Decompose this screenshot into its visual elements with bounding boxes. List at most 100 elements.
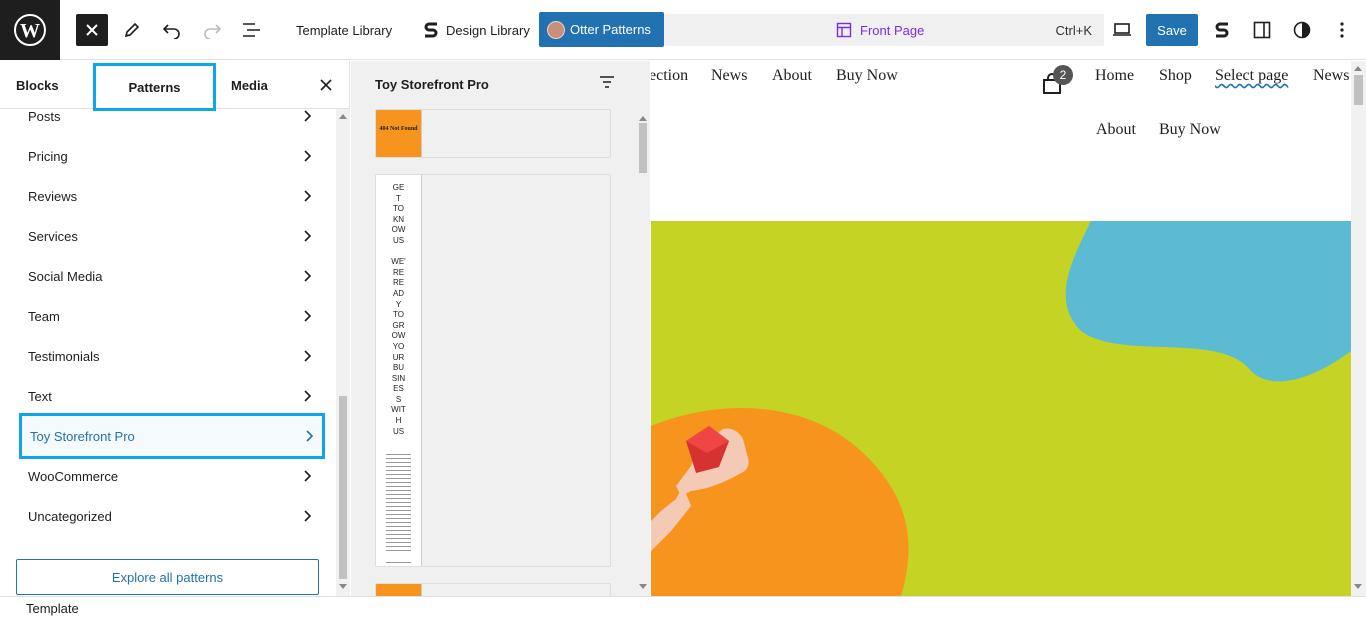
editor-canvas[interactable]: ection News About Buy Now 2 Home Shop Se… [651, 61, 1351, 596]
category-social-media[interactable]: Social Media [20, 256, 320, 296]
pattern-thumbnail-line: TO [393, 204, 404, 214]
save-button[interactable]: Save [1146, 14, 1198, 46]
nav-link-select-page[interactable]: Select page [1215, 67, 1288, 85]
breadcrumb-footer: Template [0, 596, 1366, 620]
scroll-down-arrow-icon[interactable] [339, 584, 347, 590]
category-woocommerce[interactable]: WooCommerce [20, 456, 320, 496]
chevron-right-icon [304, 270, 312, 282]
pattern-thumbnail-line: BU [392, 363, 405, 373]
scroll-up-arrow-icon[interactable] [1354, 65, 1362, 71]
scrollbar-thumb[interactable] [339, 396, 347, 579]
chevron-right-icon [304, 190, 312, 202]
design-library-label: Design Library [446, 22, 530, 38]
otter-patterns-label: Otter Patterns [570, 22, 651, 37]
category-label: Uncategorized [28, 508, 112, 524]
category-pricing[interactable]: Pricing [20, 136, 320, 176]
hero-shapes [651, 221, 1351, 596]
nav-link-buy-now[interactable]: Buy Now [836, 67, 898, 85]
tab-patterns[interactable]: Patterns [93, 63, 216, 111]
pattern-thumbnail-line: US [392, 426, 405, 436]
category-label: Reviews [28, 188, 78, 204]
design-library-button[interactable]: Design Library [422, 0, 530, 60]
pattern-thumbnail-line: GE [392, 183, 405, 192]
category-toy-storefront-pro[interactable]: Toy Storefront Pro [19, 413, 325, 459]
settings-sidebar-icon[interactable] [1246, 14, 1278, 46]
nav-link-buy-now-right[interactable]: Buy Now [1159, 121, 1221, 139]
pattern-thumbnail-line: H [395, 416, 402, 426]
hero-section[interactable] [651, 221, 1351, 596]
breadcrumb-template[interactable]: Template [26, 601, 79, 616]
chevron-right-icon [304, 230, 312, 242]
document-overview-icon[interactable] [236, 14, 268, 46]
top-toolbar: W Template Library Design Library Otter … [0, 0, 1366, 60]
category-posts[interactable]: Posts [20, 109, 320, 136]
category-text[interactable]: Text [20, 376, 320, 416]
otter-patterns-button[interactable]: Otter Patterns [539, 12, 664, 47]
pattern-card-404[interactable]: 404 Not Found [375, 109, 611, 158]
more-options-icon[interactable] [1326, 14, 1358, 46]
canvas-scrollbar[interactable] [1351, 61, 1366, 596]
category-reviews[interactable]: Reviews [20, 176, 320, 216]
stackable-icon [424, 22, 438, 38]
pattern-thumbnail-line: RE [392, 278, 405, 288]
pattern-thumbnail-line: OW [391, 225, 406, 235]
category-label: Social Media [28, 268, 103, 284]
cart-count-badge: 2 [1053, 65, 1073, 85]
chevron-right-icon [304, 510, 312, 522]
stackable-settings-icon[interactable] [1206, 14, 1238, 46]
pattern-thumbnail-line: S [395, 394, 402, 404]
styles-contrast-icon[interactable] [1286, 14, 1318, 46]
scroll-down-arrow-icon[interactable] [639, 584, 647, 590]
pattern-scrollbar[interactable] [636, 109, 650, 596]
template-library-button[interactable]: Template Library [296, 0, 392, 60]
category-scrollbar[interactable] [336, 109, 350, 596]
scroll-up-arrow-icon[interactable] [339, 113, 347, 119]
pattern-thumbnail-paragraph [386, 559, 411, 566]
pattern-thumbnail-line: AD [392, 288, 405, 298]
pattern-thumbnail-line: WIT [391, 405, 406, 415]
nav-link[interactable]: ection [651, 67, 688, 85]
orange-blob-shape [651, 408, 909, 596]
tab-media[interactable]: Media [231, 61, 268, 109]
pattern-thumbnail-line: RE [392, 267, 405, 277]
category-testimonials[interactable]: Testimonials [20, 336, 320, 376]
category-services[interactable]: Services [20, 216, 320, 256]
category-label: Text [28, 388, 52, 404]
pattern-thumbnail-line: ES [393, 384, 404, 394]
close-inserter-button[interactable] [76, 14, 108, 46]
nav-link-about[interactable]: About [772, 67, 812, 85]
edit-pencil-icon[interactable] [116, 14, 148, 46]
category-label: Team [28, 308, 60, 324]
scroll-up-arrow-icon[interactable] [639, 115, 647, 121]
category-label: Posts [28, 109, 61, 124]
pattern-card-about-us[interactable]: GE T TO KN OW US WE' RE RE AD Y TO GR OW YO UR BU SIN ES S… [375, 174, 611, 567]
pattern-thumbnail-paragraph [386, 451, 411, 552]
category-uncategorized[interactable]: Uncategorized [20, 496, 320, 536]
filter-icon[interactable] [599, 75, 619, 95]
pattern-preview-panel: Toy Storefront Pro 404 Not Found GE T TO KN… [351, 61, 650, 603]
scrollbar-thumb[interactable] [1354, 75, 1363, 105]
pattern-thumbnail-line: T [396, 193, 401, 203]
otter-avatar-icon [547, 20, 565, 39]
pattern-thumbnail-line: UR [392, 352, 405, 362]
tab-blocks[interactable]: Blocks [16, 61, 59, 109]
wordpress-logo-icon[interactable]: W [0, 0, 60, 60]
pattern-thumbnail-line: OW [391, 331, 406, 341]
close-icon[interactable] [316, 75, 336, 95]
nav-link-shop[interactable]: Shop [1159, 67, 1192, 85]
category-team[interactable]: Team [20, 296, 320, 336]
nav-link-news[interactable]: News [711, 67, 747, 85]
nav-link-about-right[interactable]: About [1096, 121, 1136, 139]
command-palette-bar[interactable]: Front Page Ctrl+K [664, 14, 1104, 46]
nav-link-home[interactable]: Home [1095, 67, 1134, 85]
block-inserter-panel: Blocks Patterns Media Posts Pricing Revi… [0, 61, 350, 596]
undo-icon[interactable] [156, 14, 188, 46]
scroll-down-arrow-icon[interactable] [1354, 584, 1362, 590]
pattern-thumbnail-line: YO [392, 341, 405, 351]
explore-all-patterns-button[interactable]: Explore all patterns [16, 559, 319, 595]
nav-link-news-right[interactable]: News [1313, 67, 1349, 85]
device-preview-icon[interactable] [1106, 14, 1138, 46]
pattern-thumbnail-line [376, 247, 421, 258]
redo-icon[interactable] [196, 14, 228, 46]
scrollbar-thumb[interactable] [639, 123, 647, 173]
